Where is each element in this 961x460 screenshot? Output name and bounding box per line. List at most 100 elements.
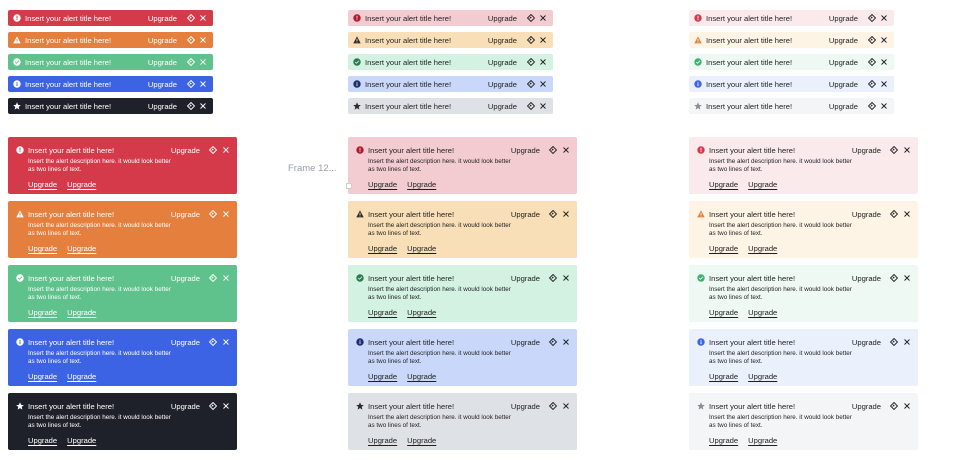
upgrade-diamond-icon[interactable] [890,210,898,218]
alert-link-secondary[interactable]: Upgrade [67,244,96,253]
upgrade-diamond-icon[interactable] [187,14,195,22]
close-icon[interactable] [562,402,570,410]
upgrade-link[interactable]: Upgrade [511,274,540,283]
upgrade-link[interactable]: Upgrade [148,80,177,89]
upgrade-diamond-icon[interactable] [890,402,898,410]
upgrade-link[interactable]: Upgrade [171,210,200,219]
alert-link-secondary[interactable]: Upgrade [748,244,777,253]
upgrade-diamond-icon[interactable] [187,58,195,66]
upgrade-diamond-icon[interactable] [549,210,557,218]
alert-link-secondary[interactable]: Upgrade [67,436,96,445]
alert-link-secondary[interactable]: Upgrade [748,372,777,381]
alert-link-primary[interactable]: Upgrade [709,436,738,445]
upgrade-diamond-icon[interactable] [549,338,557,346]
upgrade-diamond-icon[interactable] [868,14,876,22]
upgrade-diamond-icon[interactable] [549,402,557,410]
alert-link-primary[interactable]: Upgrade [709,308,738,317]
alert-link-primary[interactable]: Upgrade [28,436,57,445]
close-icon[interactable] [222,210,230,218]
close-icon[interactable] [222,338,230,346]
upgrade-link[interactable]: Upgrade [488,36,517,45]
upgrade-diamond-icon[interactable] [868,58,876,66]
alert-link-secondary[interactable]: Upgrade [67,180,96,189]
upgrade-link[interactable]: Upgrade [829,36,858,45]
upgrade-link[interactable]: Upgrade [852,210,881,219]
close-icon[interactable] [880,80,888,88]
upgrade-link[interactable]: Upgrade [148,14,177,23]
upgrade-link[interactable]: Upgrade [829,102,858,111]
close-icon[interactable] [539,102,547,110]
alert-link-secondary[interactable]: Upgrade [748,180,777,189]
upgrade-diamond-icon[interactable] [527,58,535,66]
upgrade-link[interactable]: Upgrade [852,402,881,411]
upgrade-link[interactable]: Upgrade [488,14,517,23]
alert-link-secondary[interactable]: Upgrade [748,436,777,445]
alert-link-primary[interactable]: Upgrade [709,244,738,253]
upgrade-diamond-icon[interactable] [187,80,195,88]
alert-link-secondary[interactable]: Upgrade [67,308,96,317]
upgrade-diamond-icon[interactable] [209,274,217,282]
upgrade-link[interactable]: Upgrade [148,102,177,111]
upgrade-link[interactable]: Upgrade [148,58,177,67]
upgrade-diamond-icon[interactable] [527,14,535,22]
upgrade-link[interactable]: Upgrade [148,36,177,45]
upgrade-diamond-icon[interactable] [527,80,535,88]
close-icon[interactable] [562,338,570,346]
close-icon[interactable] [903,338,911,346]
upgrade-link[interactable]: Upgrade [171,402,200,411]
close-icon[interactable] [880,36,888,44]
alert-link-secondary[interactable]: Upgrade [407,372,436,381]
alert-link-secondary[interactable]: Upgrade [407,308,436,317]
close-icon[interactable] [562,274,570,282]
frame-resize-handle[interactable] [346,183,352,189]
upgrade-diamond-icon[interactable] [209,338,217,346]
upgrade-link[interactable]: Upgrade [488,102,517,111]
upgrade-link[interactable]: Upgrade [829,14,858,23]
upgrade-diamond-icon[interactable] [187,36,195,44]
upgrade-link[interactable]: Upgrade [171,274,200,283]
alert-link-secondary[interactable]: Upgrade [407,244,436,253]
alert-link-primary[interactable]: Upgrade [368,244,397,253]
alert-link-primary[interactable]: Upgrade [709,372,738,381]
upgrade-diamond-icon[interactable] [868,102,876,110]
upgrade-diamond-icon[interactable] [209,146,217,154]
upgrade-diamond-icon[interactable] [549,146,557,154]
upgrade-link[interactable]: Upgrade [171,338,200,347]
upgrade-link[interactable]: Upgrade [511,402,540,411]
alert-link-secondary[interactable]: Upgrade [748,308,777,317]
alert-link-primary[interactable]: Upgrade [368,436,397,445]
upgrade-diamond-icon[interactable] [890,146,898,154]
alert-link-primary[interactable]: Upgrade [368,308,397,317]
upgrade-diamond-icon[interactable] [890,338,898,346]
close-icon[interactable] [880,14,888,22]
close-icon[interactable] [222,146,230,154]
alert-link-secondary[interactable]: Upgrade [407,436,436,445]
close-icon[interactable] [199,58,207,66]
upgrade-link[interactable]: Upgrade [511,210,540,219]
alert-link-primary[interactable]: Upgrade [709,180,738,189]
close-icon[interactable] [199,102,207,110]
alert-link-primary[interactable]: Upgrade [28,244,57,253]
upgrade-link[interactable]: Upgrade [511,338,540,347]
upgrade-link[interactable]: Upgrade [511,146,540,155]
alert-link-primary[interactable]: Upgrade [28,308,57,317]
close-icon[interactable] [539,14,547,22]
upgrade-diamond-icon[interactable] [527,36,535,44]
upgrade-link[interactable]: Upgrade [829,80,858,89]
upgrade-link[interactable]: Upgrade [488,80,517,89]
upgrade-link[interactable]: Upgrade [852,146,881,155]
upgrade-diamond-icon[interactable] [890,274,898,282]
close-icon[interactable] [222,274,230,282]
close-icon[interactable] [903,402,911,410]
close-icon[interactable] [199,36,207,44]
close-icon[interactable] [562,210,570,218]
alert-link-secondary[interactable]: Upgrade [67,372,96,381]
alert-link-primary[interactable]: Upgrade [368,372,397,381]
alert-link-secondary[interactable]: Upgrade [407,180,436,189]
upgrade-link[interactable]: Upgrade [852,274,881,283]
close-icon[interactable] [222,402,230,410]
close-icon[interactable] [199,80,207,88]
upgrade-diamond-icon[interactable] [549,274,557,282]
close-icon[interactable] [539,80,547,88]
upgrade-link[interactable]: Upgrade [171,146,200,155]
